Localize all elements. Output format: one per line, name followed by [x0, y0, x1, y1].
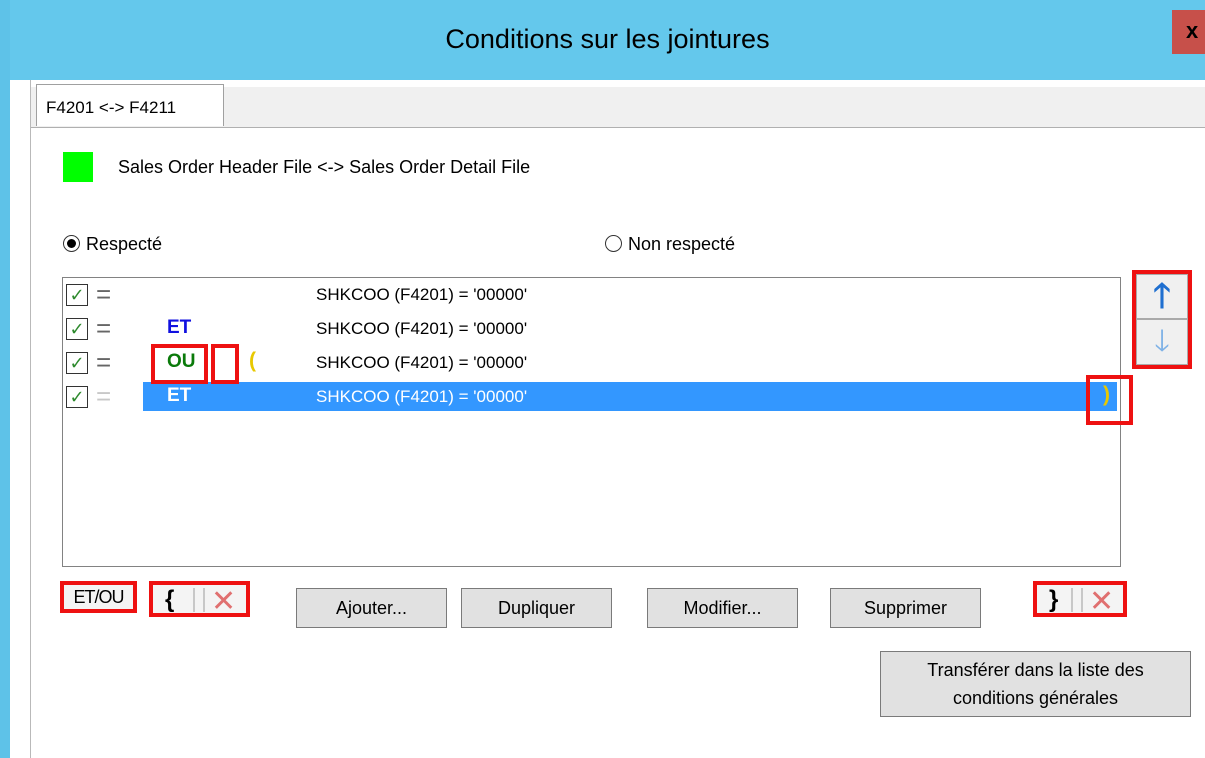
- equals-icon: =: [96, 313, 112, 343]
- highlight-open-paren: [211, 344, 239, 384]
- condition-row[interactable]: ✓ = ET SHKCOO (F4201) = '00000': [63, 312, 1120, 346]
- dialog-body: F4201 <-> F4211 Sales Order Header File …: [30, 80, 1205, 758]
- tool-separator: [1071, 588, 1073, 612]
- join-description: Sales Order Header File <-> Sales Order …: [118, 157, 531, 177]
- title-bar: Conditions sur les jointures: [10, 0, 1205, 80]
- radio-button-icon: [63, 235, 80, 252]
- equals-icon: =: [96, 347, 112, 377]
- add-button[interactable]: Ajouter...: [296, 588, 447, 628]
- modify-button[interactable]: Modifier...: [647, 588, 798, 628]
- tool-separator: [1081, 588, 1083, 612]
- radio-non-respecte[interactable]: Non respecté: [605, 234, 735, 255]
- radio-respecte[interactable]: Respecté: [63, 234, 162, 255]
- transfer-to-general-conditions-button[interactable]: Transférer dans la liste des conditions …: [880, 651, 1191, 717]
- condition-checkbox[interactable]: ✓: [66, 352, 88, 374]
- transfer-label-line1: Transférer dans la liste des: [927, 660, 1144, 680]
- close-paren-tool[interactable]: } ✕: [1033, 581, 1127, 619]
- equals-icon: =: [96, 381, 112, 411]
- highlight-close-paren: [1086, 375, 1133, 425]
- condition-checkbox[interactable]: ✓: [66, 386, 88, 408]
- condition-text: SHKCOO (F4201) = '00000': [316, 353, 528, 372]
- conditions-list[interactable]: ✓ = SHKCOO (F4201) = '00000' ✓ = ET SHKC…: [62, 277, 1121, 567]
- condition-text: SHKCOO (F4201) = '00000': [316, 319, 528, 338]
- open-paren-tool[interactable]: { ✕: [149, 581, 250, 619]
- and-or-toggle-button[interactable]: ET/OU: [60, 581, 137, 613]
- condition-checkbox[interactable]: ✓: [66, 318, 88, 340]
- operator-label: ET: [167, 317, 192, 338]
- add-open-paren-button[interactable]: {: [165, 586, 174, 614]
- delete-button[interactable]: Supprimer: [830, 588, 981, 628]
- tool-separator: [193, 588, 195, 612]
- open-paren: (: [249, 349, 256, 372]
- radio-non-respecte-label: Non respecté: [628, 234, 736, 254]
- red-x-icon[interactable]: ✕: [1089, 584, 1114, 619]
- tool-separator: [203, 588, 205, 612]
- radio-respecte-label: Respecté: [86, 234, 163, 254]
- equals-icon: =: [96, 279, 112, 309]
- radio-button-icon: [605, 235, 622, 252]
- condition-text: SHKCOO (F4201) = '00000': [316, 387, 528, 406]
- tab-f4201-f4211[interactable]: F4201 <-> F4211: [36, 84, 224, 126]
- condition-text: SHKCOO (F4201) = '00000': [316, 285, 528, 304]
- duplicate-button[interactable]: Dupliquer: [461, 588, 612, 628]
- condition-row[interactable]: ✓ = SHKCOO (F4201) = '00000': [63, 278, 1120, 312]
- selection-highlight: [143, 382, 1117, 411]
- condition-row-selected[interactable]: ✓ = ET SHKCOO (F4201) = '00000' ): [63, 380, 1120, 414]
- highlight-operator: [151, 344, 208, 384]
- operator-label: ET: [167, 385, 192, 406]
- red-x-icon[interactable]: ✕: [211, 584, 236, 619]
- window-title: Conditions sur les jointures: [445, 24, 770, 54]
- highlight-move-buttons: [1132, 270, 1192, 369]
- join-color-swatch: [63, 152, 93, 182]
- condition-checkbox[interactable]: ✓: [66, 284, 88, 306]
- add-close-paren-button[interactable]: }: [1049, 586, 1058, 614]
- window-left-edge: [0, 0, 10, 758]
- close-button[interactable]: x: [1172, 10, 1205, 54]
- transfer-label-line2: conditions générales: [952, 688, 1119, 708]
